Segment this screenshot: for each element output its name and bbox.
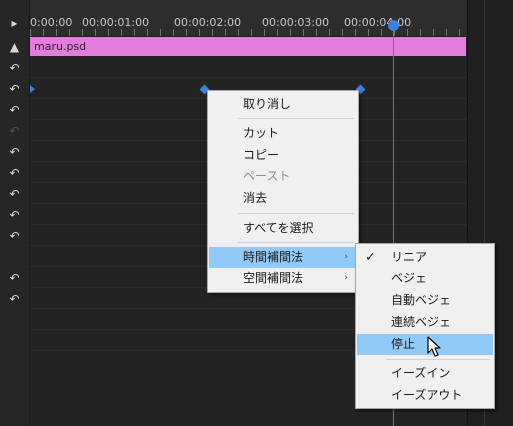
menu-separator <box>238 213 354 214</box>
menu-item-undo[interactable]: 取り消し <box>209 94 357 115</box>
reset-icon[interactable]: ↶ <box>0 59 29 77</box>
ruler-label: 0:00:00 <box>30 16 73 29</box>
reset-icon[interactable]: ↶ <box>0 80 29 98</box>
ruler-label: 00:00:02:00 <box>174 16 242 29</box>
reset-icon-disabled: ↶ <box>9 124 20 138</box>
menu-separator <box>238 242 354 243</box>
menu-item-paste: ペースト <box>209 166 357 187</box>
menu-item-label: イーズイン <box>391 366 451 380</box>
submenu-item-continuous-bezier[interactable]: 連続ベジェ <box>357 312 493 333</box>
submenu-item-bezier[interactable]: ベジェ <box>357 268 493 289</box>
mouse-pointer-icon <box>427 336 441 357</box>
menu-item-label: イーズアウト <box>391 388 463 402</box>
menu-item-label: ペースト <box>243 169 291 183</box>
track-row <box>30 57 467 78</box>
ruler-label: 00:00:04:00 <box>344 16 412 29</box>
playhead-handle[interactable] <box>388 20 399 31</box>
menu-separator <box>386 359 490 360</box>
collapse-triangle-icon[interactable]: ▲ <box>0 38 29 56</box>
submenu-item-ease-in[interactable]: イーズイン <box>357 363 493 384</box>
menu-item-label: コピー <box>243 148 280 162</box>
reset-icon[interactable]: ↶ <box>0 164 29 182</box>
menu-item-label: 停止 <box>391 337 416 351</box>
menu-item-label: 取り消し <box>243 97 292 111</box>
ruler-ticks <box>30 29 467 36</box>
reset-icon[interactable]: ↶ <box>0 269 29 287</box>
submenu-item-ease-out[interactable]: イーズアウト <box>357 385 493 406</box>
menu-item-copy[interactable]: コピー <box>209 145 357 166</box>
menu-item-clear[interactable]: 消去 <box>209 188 357 209</box>
reset-icon[interactable]: ↶ <box>0 101 29 119</box>
submenu-arrow-icon: › <box>344 252 348 262</box>
keyframe-start[interactable] <box>30 85 35 93</box>
submenu-arrow-icon: › <box>344 273 348 283</box>
menu-item-label: リニア <box>391 250 428 264</box>
menu-item-label: すべてを選択 <box>243 221 314 235</box>
menu-item-label: ベジェ <box>391 271 428 285</box>
ruler-label: 00:00:01:00 <box>82 16 150 29</box>
reset-icon[interactable]: ↶ <box>0 227 29 245</box>
time-ruler[interactable]: 0:00:00 00:00:01:00 00:00:02:00 00:00:03… <box>30 0 467 37</box>
menu-item-temporal-interpolation[interactable]: 時間補間法 › <box>209 247 357 268</box>
reset-icon[interactable]: ↶ <box>0 185 29 203</box>
menu-item-cut[interactable]: カット <box>209 123 357 144</box>
reset-icon[interactable]: ↶ <box>0 206 29 224</box>
checkmark-icon: ✓ <box>365 250 376 265</box>
menu-item-spatial-interpolation[interactable]: 空間補間法 › <box>209 268 357 289</box>
track-gutter: ▸ ▲ ↶ ↶ ↶ ↶ ↶ ↶ ↶ ↶ ↶ ↶ ↶ <box>0 0 30 426</box>
context-menu: 取り消し カット コピー ペースト 消去 すべてを選択 時間補間法 › 空間補間… <box>207 90 359 293</box>
menu-item-label: 連続ベジェ <box>391 315 452 329</box>
clip-bar[interactable]: maru.psd <box>30 37 466 56</box>
submenu-item-linear[interactable]: ✓ リニア <box>357 247 493 268</box>
submenu-item-hold[interactable]: 停止 <box>357 334 493 355</box>
reset-icon[interactable]: ↶ <box>0 290 29 308</box>
menu-item-label: 自動ベジェ <box>391 293 452 307</box>
ruler-label: 00:00:03:00 <box>262 16 330 29</box>
reset-icon[interactable]: ↶ <box>0 143 29 161</box>
menu-item-label: 時間補間法 <box>243 250 304 264</box>
menu-separator <box>238 118 354 119</box>
menu-item-label: 空間補間法 <box>243 271 304 285</box>
menu-item-label: カット <box>243 126 280 140</box>
menu-item-label: 消去 <box>243 191 268 205</box>
submenu-item-auto-bezier[interactable]: 自動ベジェ <box>357 290 493 311</box>
submenu-temporal-interpolation: ✓ リニア ベジェ 自動ベジェ 連続ベジェ 停止 イーズイン イーズアウト <box>355 243 495 409</box>
expand-arrow-icon[interactable]: ▸ <box>0 14 29 32</box>
menu-item-select-all[interactable]: すべてを選択 <box>209 218 357 239</box>
